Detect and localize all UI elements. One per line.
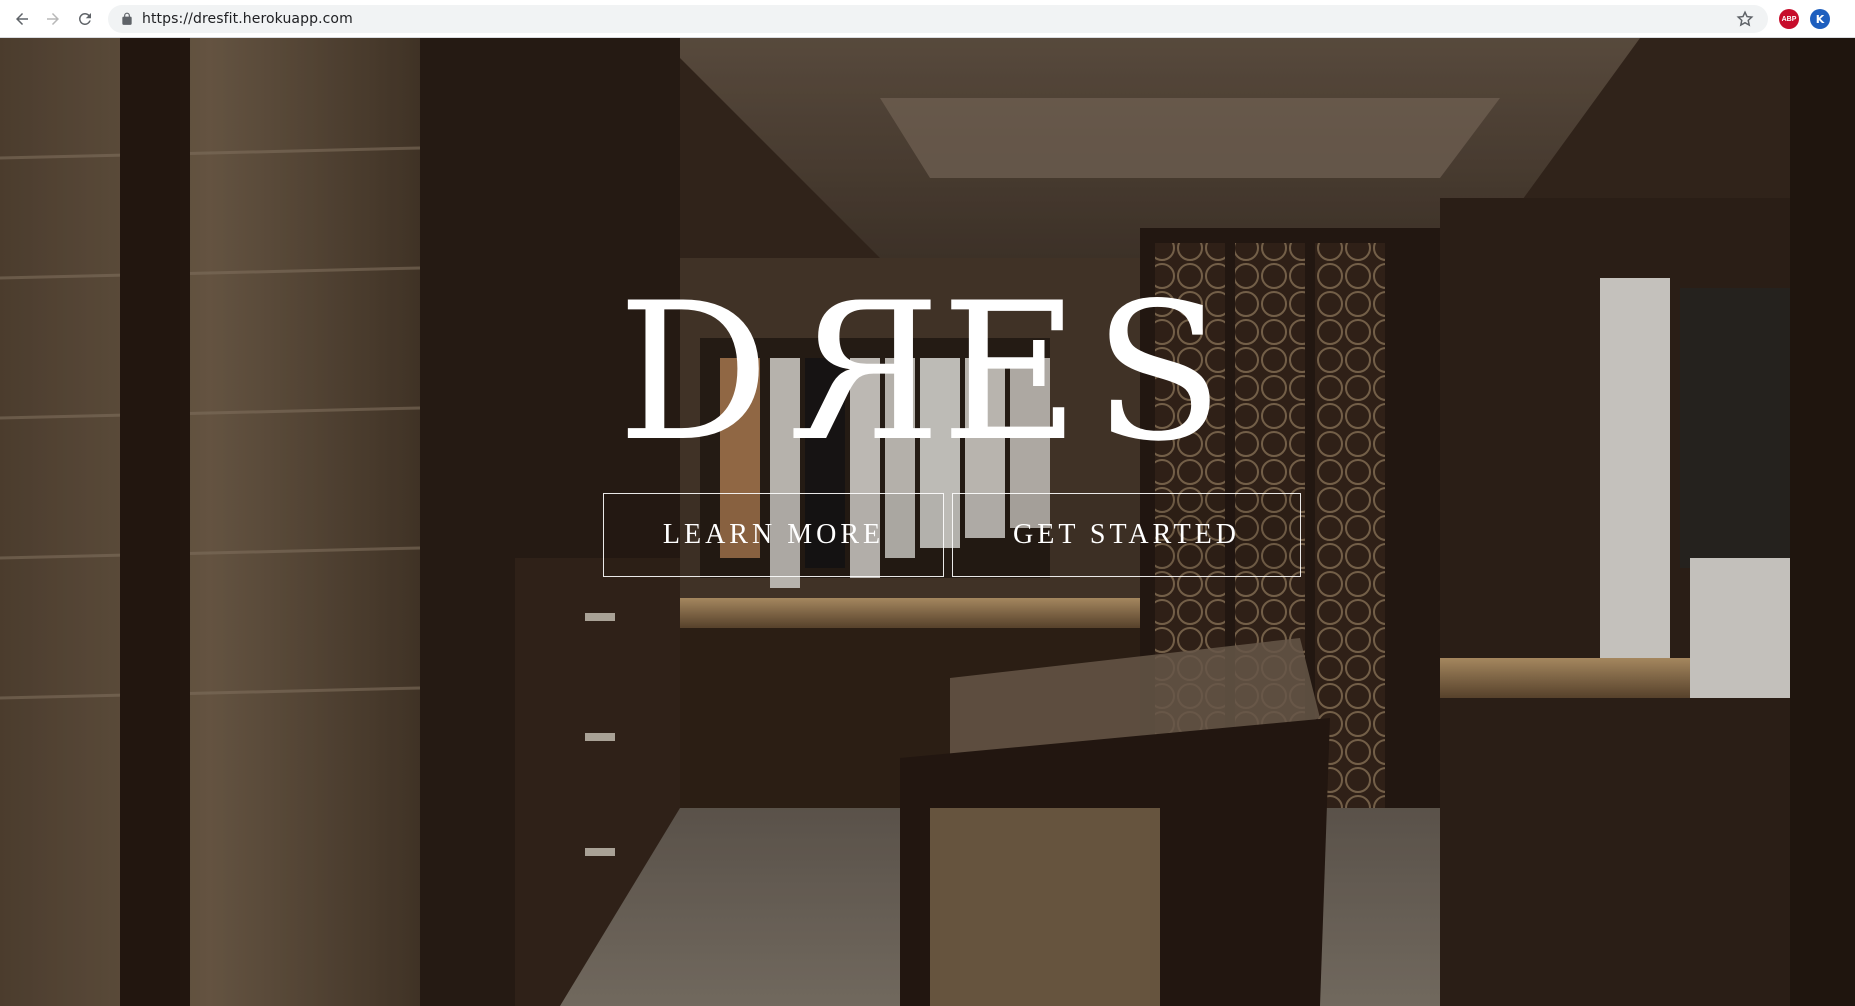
dres-logo: DRES [0,262,1855,483]
arrow-left-icon [16,13,28,25]
k-extension-icon[interactable]: K [1810,9,1830,29]
back-button[interactable] [10,7,34,31]
get-started-button[interactable]: GET STARTED [952,493,1301,577]
address-bar[interactable]: https://dresfit.herokuapp.com [108,5,1768,33]
bookmark-star-icon[interactable] [1736,10,1754,28]
logo-letter-d: D [617,262,784,483]
arrow-right-icon [47,13,59,25]
hero-section: DRES LEARN MORE GET STARTED [0,38,1855,1006]
forward-button[interactable] [41,7,65,31]
logo-letter-reversed-r: R [783,262,941,483]
reload-button[interactable] [73,7,97,31]
reload-icon [78,12,91,25]
learn-more-button[interactable]: LEARN MORE [603,493,944,577]
browser-toolbar: https://dresfit.herokuapp.com ABP K [0,0,1855,38]
logo-letters-es: ES [940,262,1238,483]
url-text: https://dresfit.herokuapp.com [142,11,353,27]
adblock-extension-icon[interactable]: ABP [1779,9,1799,29]
lock-icon [122,12,132,25]
